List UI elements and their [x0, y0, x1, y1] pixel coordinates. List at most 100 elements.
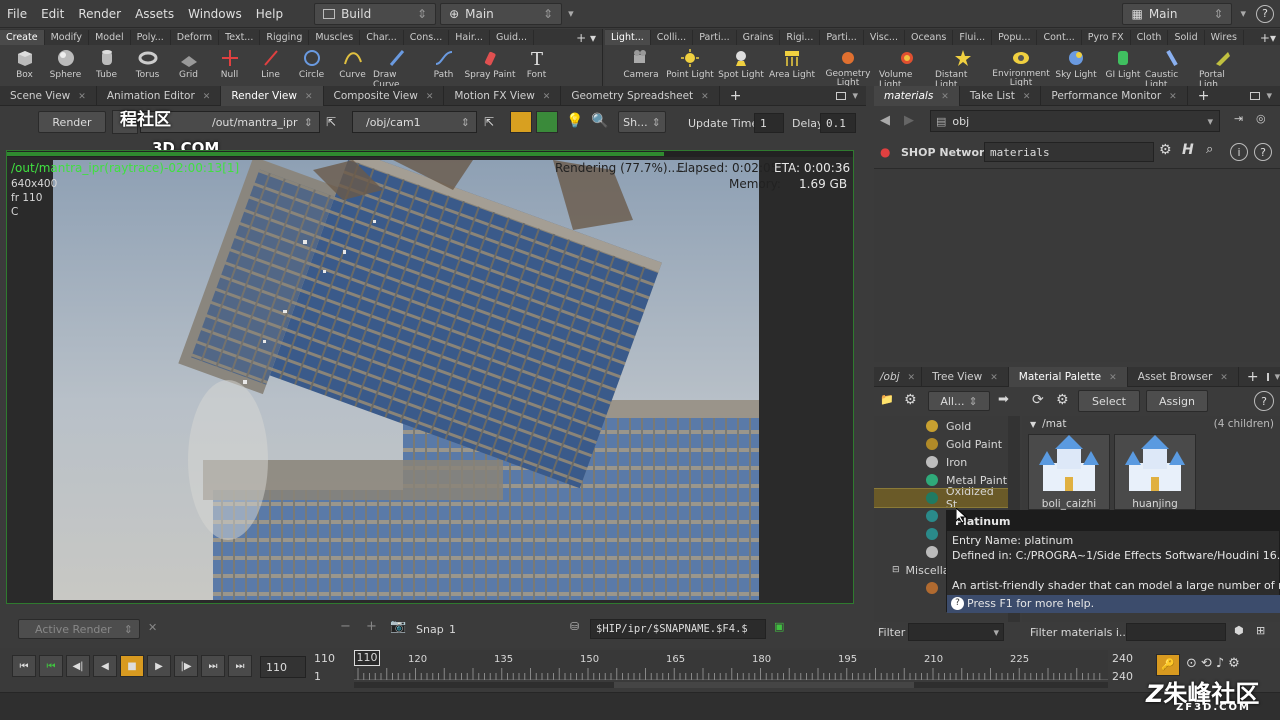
add-shelf-icon[interactable]: +▾ — [1256, 31, 1280, 45]
global-anim-icon[interactable]: ⚙ — [1228, 656, 1240, 671]
render-sequence-icon[interactable]: ▣ — [774, 620, 784, 633]
tool-tube[interactable]: Tube — [86, 48, 127, 90]
key-icon[interactable]: 🔑 — [1156, 654, 1180, 676]
desktop-selector-right[interactable]: ▦ Main ⇕ — [1122, 2, 1233, 25]
network-editor[interactable] — [874, 168, 1280, 362]
mat-path-header[interactable]: ▼ /mat (4 children) — [1022, 416, 1280, 432]
network-path-field[interactable]: ▤ obj ▾ — [930, 110, 1220, 132]
assign-button[interactable]: Assign — [1146, 390, 1208, 412]
pin-icon[interactable]: ⇥ — [1234, 112, 1243, 125]
help-icon[interactable]: ? — [1254, 143, 1272, 161]
refresh-icon[interactable]: ⟳ — [1032, 392, 1044, 408]
tab-animation-editor[interactable]: Animation Editor ✕ — [97, 85, 222, 106]
shelf-tab[interactable]: Flui... — [953, 30, 993, 45]
play-icon[interactable]: ▶ — [147, 655, 171, 677]
menu-windows[interactable]: Windows — [181, 7, 249, 21]
pane-menu-arrow-icon[interactable]: ▾ — [1266, 89, 1272, 102]
list-item[interactable]: Iron — [874, 453, 1008, 471]
update-time-field[interactable]: 1 — [754, 113, 784, 133]
shelf-tab[interactable]: Grains — [737, 30, 781, 45]
tool-torus[interactable]: Torus — [127, 48, 168, 90]
tab-motion-fx-view[interactable]: Motion FX View ✕ — [444, 85, 562, 106]
tool-spot-light[interactable]: Spot Light — [715, 48, 767, 90]
material-thumb-huanjing[interactable]: huanjing — [1114, 434, 1196, 510]
list-item-selected[interactable]: Oxidized St — [874, 485, 1008, 511]
tool-environment-light[interactable]: Environment Light — [991, 48, 1051, 90]
shading-selector[interactable]: Sh... ⇕ — [618, 111, 666, 133]
tool-gi-light[interactable]: GI Light — [1101, 48, 1145, 90]
tab-performance-monitor[interactable]: Performance Monitor ✕ — [1041, 85, 1188, 106]
jump-next-keyframe-icon[interactable]: ⏭ — [201, 655, 225, 677]
delay-field[interactable]: 0.1 — [820, 113, 856, 133]
forward-arrow-icon[interactable]: ▶ — [904, 113, 914, 128]
shelf-tab[interactable]: Visc... — [864, 30, 905, 45]
shelf-tab[interactable]: Char... — [360, 30, 404, 45]
tool-geometry-light[interactable]: Geometry Light — [817, 48, 879, 90]
camera-jump-icon[interactable]: ⇱ — [484, 115, 494, 129]
rop-jump-icon[interactable]: ⇱ — [326, 115, 336, 129]
loop-icon[interactable]: ⟲ — [1201, 656, 1212, 671]
tool-area-light[interactable]: Area Light — [767, 48, 817, 90]
folder-add-icon[interactable]: 📁 — [880, 393, 894, 406]
tool-line[interactable]: Line — [250, 48, 291, 90]
shelf-tab[interactable]: Cons... — [404, 30, 450, 45]
info-icon[interactable]: i — [1230, 143, 1248, 161]
menu-edit[interactable]: Edit — [34, 7, 71, 21]
dropdown-arrow-icon[interactable]: ▾ — [568, 7, 574, 20]
houdini-h-icon[interactable]: H — [1182, 142, 1194, 158]
active-render-selector[interactable]: Active Render ⇕ — [18, 619, 140, 639]
tool-sky-light[interactable]: Sky Light — [1051, 48, 1101, 90]
shelf-tab[interactable]: Deform — [171, 30, 220, 45]
zoom-icon[interactable]: 🔍 — [591, 113, 608, 129]
search-icon[interactable]: ⌕ — [1206, 142, 1213, 157]
link-icon[interactable]: ◎ — [1256, 112, 1266, 125]
tab-take-list[interactable]: Take List ✕ — [960, 85, 1042, 106]
shop-network-field[interactable]: materials — [984, 142, 1154, 162]
add-tab-icon[interactable]: + — [1188, 88, 1220, 104]
shelf-tab[interactable]: Oceans — [905, 30, 954, 45]
tool-spray-paint[interactable]: Spray Paint — [464, 48, 516, 90]
tool-sphere[interactable]: Sphere — [45, 48, 86, 90]
minus-icon[interactable]: − — [340, 619, 351, 634]
add-tab-icon[interactable]: + — [720, 88, 752, 104]
shelf-tab[interactable]: Modify — [45, 30, 90, 45]
shelf-tab[interactable]: Wires — [1205, 30, 1244, 45]
go-to-end-icon[interactable]: ⏭ — [228, 655, 252, 677]
frame-marker[interactable]: 110 — [354, 650, 380, 666]
shelf-tab[interactable]: Model — [89, 30, 131, 45]
timeline-ruler[interactable]: 110 120 135 150 165 180 195 210 225 — [354, 650, 1108, 680]
tab-scene-view[interactable]: Scene View ✕ — [0, 85, 97, 106]
shelf-tab[interactable]: Solid — [1168, 30, 1205, 45]
camera-selector[interactable]: /obj/cam1 ⇕ — [352, 111, 477, 133]
tool-font[interactable]: T Font — [516, 48, 557, 90]
timeline-range-scrollbar[interactable] — [354, 682, 1108, 688]
tab-geometry-spreadsheet[interactable]: Geometry Spreadsheet ✕ — [561, 85, 720, 106]
select-button[interactable]: Select — [1078, 390, 1140, 412]
gear-icon[interactable]: ⚙ — [904, 392, 917, 408]
go-to-start-icon[interactable]: ⏮ — [12, 655, 36, 677]
tool-caustic-light[interactable]: Caustic Light — [1145, 48, 1199, 90]
shelf-tab[interactable]: Pyro FX — [1082, 30, 1131, 45]
filter-all-selector[interactable]: All... ⇕ — [928, 391, 990, 411]
close-render-icon[interactable]: ✕ — [148, 621, 157, 634]
shelf-tab[interactable]: Cloth — [1131, 30, 1169, 45]
realtime-icon[interactable]: ⊙ — [1186, 656, 1197, 671]
render-button[interactable]: Render — [38, 111, 106, 133]
shelf-tab[interactable]: Parti... — [693, 30, 737, 45]
shelf-tab[interactable]: Parti... — [820, 30, 864, 45]
list-item[interactable]: Gold — [874, 417, 1008, 435]
shelf-tab[interactable]: Text... — [219, 30, 261, 45]
tool-volume-light[interactable]: Volume Light — [879, 48, 935, 90]
shelf-tab[interactable]: Guid... — [490, 30, 535, 45]
tool-curve[interactable]: Curve — [332, 48, 373, 90]
tab-tree-view[interactable]: Tree View ✕ — [922, 366, 1009, 387]
snapshot-camera-icon[interactable]: 📷 — [390, 619, 406, 634]
maximize-pane-icon[interactable] — [1266, 372, 1269, 381]
desktop-selector-main[interactable]: ⊕ Main ⇕ — [440, 2, 563, 25]
shelf-tab[interactable]: Muscles — [309, 30, 361, 45]
current-frame-field[interactable]: 110 — [260, 656, 306, 678]
maximize-pane-icon[interactable] — [1250, 91, 1261, 100]
cube-view-icon[interactable]: ⬢ — [1234, 624, 1244, 637]
tool-draw-curve[interactable]: Draw Curve — [373, 48, 423, 90]
grid-view-icon[interactable]: ⊞ — [1256, 624, 1265, 637]
